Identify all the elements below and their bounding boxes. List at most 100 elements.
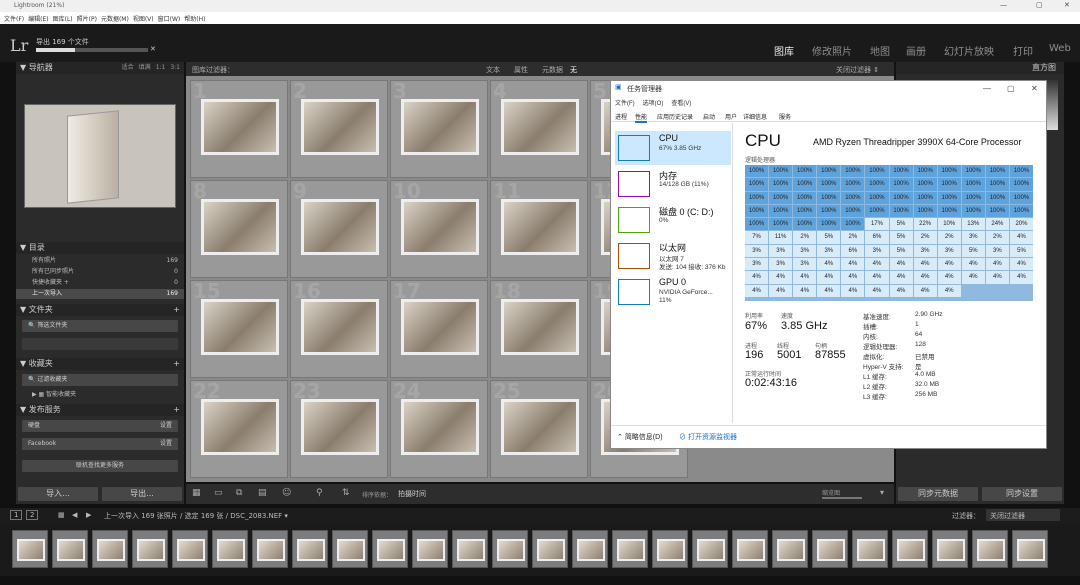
filmstrip-thumbnail[interactable] [212,530,248,568]
navigator-zoom-2[interactable]: 1:1 [156,64,166,71]
filmstrip-thumbnail[interactable] [692,530,728,568]
menu-item[interactable]: 编辑(E) [28,14,48,23]
filmstrip-thumbnail[interactable] [252,530,288,568]
filmstrip-thumbnail[interactable] [532,530,568,568]
filmstrip-thumbnail[interactable] [612,530,648,568]
tm-menu-item[interactable]: 文件(F) [615,101,635,107]
minimize-button[interactable]: — [1000,1,1007,9]
grid-thumbnail[interactable] [401,199,479,255]
publish-service-item[interactable]: 硬盘 设置 [22,420,178,432]
forward-arrow-icon[interactable]: ▶ [86,511,91,519]
filmstrip-thumbnail[interactable] [732,530,768,568]
catalog-item[interactable]: 所有已同步照片 0 [16,267,184,277]
compare-view-icon[interactable]: ⧉ [236,488,242,498]
filmstrip-thumbnail[interactable] [652,530,688,568]
publish-settings-button[interactable]: 设置 [160,420,172,432]
folders-header[interactable]: ▼ 文件夹 + [16,304,184,316]
filter-option[interactable]: 文本 [486,65,500,75]
filmstrip-filter-dropdown[interactable]: 关闭过滤器 [986,509,1060,521]
grid-cell[interactable]: 23 [290,379,388,478]
collections-header[interactable]: ▼ 收藏夹 + [16,358,184,370]
grid-cell[interactable]: 10 [390,179,488,278]
find-more-services-button[interactable]: 联机查找更多服务 [22,460,178,472]
module-6[interactable]: Web [1049,43,1071,54]
grid-thumbnail[interactable] [201,299,279,355]
filter-option[interactable]: 属性 [514,65,528,75]
grid-cell[interactable]: 18 [490,279,588,378]
filmstrip-thumbnail[interactable] [292,530,328,568]
grid-thumbnail[interactable] [201,99,279,155]
filter-off-dropdown[interactable]: 关闭过滤器 ⇕ [836,65,879,75]
grid-thumbnail[interactable] [401,299,479,355]
tm-resource-item[interactable]: 以太网 以太网 7 发送: 104 接收: 376 Kb [615,239,731,273]
grid-thumbnail[interactable] [201,399,279,455]
grid-view-small-icon[interactable]: ▦ [58,511,65,519]
histogram-header[interactable]: 直方图 [896,62,1064,74]
menu-item[interactable]: 文件(F) [4,14,24,23]
tm-tab[interactable]: 服务 [779,112,791,121]
tm-tab[interactable]: 进程 [615,112,627,121]
grid-cell[interactable]: 8 [190,179,288,278]
grid-cell[interactable]: 11 [490,179,588,278]
filter-option[interactable]: 元数据 [542,65,563,75]
filmstrip-thumbnail[interactable] [172,530,208,568]
grid-thumbnail[interactable] [501,299,579,355]
filmstrip-thumbnail[interactable] [572,530,608,568]
publish-header[interactable]: ▼ 发布服务 + [16,404,184,416]
import-button[interactable]: 导入... [18,487,98,501]
catalog-header[interactable]: ▼ 目录 [16,242,184,254]
collection-filter-input[interactable]: 🔍 过滤收藏夹 [22,374,178,386]
grid-cell[interactable]: 4 [490,79,588,178]
sync-settings-button[interactable]: 同步设置 [982,487,1062,501]
module-0[interactable]: 图库 [774,43,794,58]
sort-dropdown[interactable]: 拍摄时间 [398,489,426,499]
filmstrip-page-button[interactable]: 2 [26,510,39,520]
filmstrip-thumbnail[interactable] [52,530,88,568]
grid-thumbnail[interactable] [501,199,579,255]
catalog-item[interactable]: 快捷收藏夹 + 0 [16,278,184,288]
sync-metadata-button[interactable]: 同步元数据 [898,487,978,501]
survey-view-icon[interactable]: ▤ [258,488,267,498]
grid-thumbnail[interactable] [201,199,279,255]
navigator-zoom-1[interactable]: 填满 [139,64,151,71]
grid-cell[interactable]: 3 [390,79,488,178]
tm-tab[interactable]: 用户 [725,112,737,121]
sort-direction-icon[interactable]: ⇅ [342,488,350,498]
grid-thumbnail[interactable] [301,399,379,455]
filmstrip-thumbnail[interactable] [132,530,168,568]
resource-monitor-link[interactable]: ⊘ 打开资源监视器 [679,432,737,442]
grid-thumbnail[interactable] [301,99,379,155]
folder-item[interactable] [22,338,178,350]
tm-maximize-button[interactable]: ▢ [1007,84,1015,93]
catalog-item[interactable]: 所有照片 169 [16,256,184,266]
menu-item[interactable]: 帮助(H) [184,14,205,23]
tm-resource-item[interactable]: CPU 67% 3.85 GHz [615,131,731,165]
publish-service-item[interactable]: Facebook 设置 [22,438,178,450]
catalog-item[interactable]: 上一次导入 169 [16,289,184,299]
grid-cell[interactable]: 16 [290,279,388,378]
filmstrip-thumbnail[interactable] [332,530,368,568]
filmstrip-page-button[interactable]: 1 [10,510,23,520]
filmstrip-thumbnail[interactable] [1012,530,1048,568]
navigator-header[interactable]: ▼ 导航器 适合 填满 1:1 3:1 [16,62,184,74]
filter-option[interactable]: 无 [570,65,577,75]
grid-thumbnail[interactable] [301,199,379,255]
spray-can-icon[interactable]: ⚲ [316,488,323,498]
filmstrip-thumbnail[interactable] [372,530,408,568]
navigator-zoom-3[interactable]: 3:1 [170,64,180,71]
grid-cell[interactable]: 17 [390,279,488,378]
tm-tab[interactable]: 启动 [703,112,715,121]
tm-minimize-button[interactable]: — [983,84,991,93]
module-5[interactable]: 打印 [1013,43,1033,58]
menu-item[interactable]: 窗口(W) [158,14,181,23]
tm-resource-item[interactable]: GPU 0 NVIDIA GeForce... 11% [615,275,731,309]
tm-menu-item[interactable]: 查看(V) [671,101,691,107]
filmstrip-thumbnail[interactable] [852,530,888,568]
tm-tab[interactable]: 应用历史记录 [657,112,693,121]
grid-cell[interactable]: 9 [290,179,388,278]
tm-menu-item[interactable]: 选项(O) [643,101,664,107]
loupe-view-icon[interactable]: ▭ [214,488,223,498]
grid-cell[interactable]: 1 [190,79,288,178]
grid-thumbnail[interactable] [501,99,579,155]
grid-cell[interactable]: 24 [390,379,488,478]
